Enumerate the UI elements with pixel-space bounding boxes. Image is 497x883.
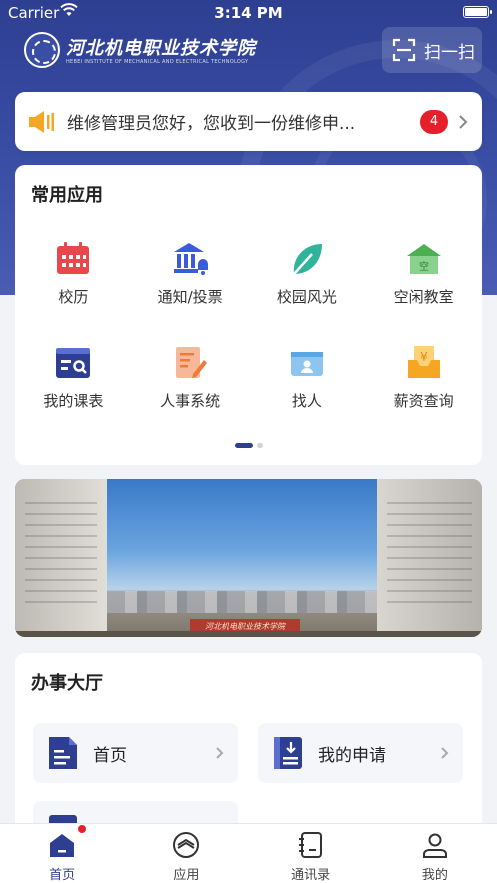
- address-book-icon: [298, 832, 322, 858]
- hall-item-home[interactable]: 首页: [33, 723, 238, 783]
- app-free-classroom[interactable]: 空 空闲教室: [365, 240, 482, 307]
- document-icon: [49, 737, 77, 769]
- status-bar: Carrier 3:14 PM: [0, 0, 497, 26]
- battery-icon: [463, 6, 492, 18]
- app-find-people[interactable]: 找人: [249, 344, 366, 411]
- skyline: [107, 591, 377, 613]
- chevron-right-icon: [216, 747, 224, 759]
- chevron-right-icon: [459, 114, 468, 129]
- common-apps-card: 常用应用 校历 通知/投票 校园风光 空 空闲教室 我的课表 人事系统 找人 ¥…: [15, 165, 482, 465]
- hall-item-label: 首页: [93, 745, 127, 766]
- svg-text:空: 空: [419, 260, 429, 273]
- tab-bar: 首页 应用 通讯录 我的: [0, 823, 497, 883]
- app-label: 通知/投票: [157, 288, 223, 306]
- svg-text:¥: ¥: [420, 350, 428, 364]
- app-notice-vote[interactable]: 通知/投票: [132, 240, 249, 307]
- app-label: 空闲教室: [393, 288, 454, 306]
- service-hall-title: 办事大厅: [31, 673, 103, 694]
- notification-message: 维修管理员您好，您收到一份维修申...: [67, 114, 356, 134]
- campus-banner-image[interactable]: 河北机电职业技术学院: [15, 479, 482, 637]
- download-document-icon: [274, 737, 302, 769]
- scan-icon: [392, 38, 416, 62]
- app-label: 校园风光: [276, 288, 337, 306]
- building-left: [15, 479, 107, 637]
- building-right: [377, 479, 482, 637]
- tab-label: 我的: [421, 868, 448, 883]
- app-my-schedule[interactable]: 我的课表: [15, 344, 132, 411]
- person-icon: [422, 833, 447, 858]
- notification-dot: [77, 824, 87, 834]
- speaker-icon: [29, 110, 54, 133]
- hall-item-my-applications[interactable]: 我的申请: [258, 723, 463, 783]
- app-label: 薪资查询: [393, 392, 454, 410]
- tab-label: 通讯录: [291, 868, 331, 883]
- tab-apps[interactable]: 应用: [124, 824, 248, 883]
- scan-button[interactable]: 扫一扫: [382, 27, 482, 73]
- apps-grid: 校历 通知/投票 校园风光 空 空闲教室 我的课表 人事系统 找人 ¥ 薪资查询: [15, 240, 482, 411]
- notification-badge: 4: [420, 109, 448, 134]
- tab-label: 首页: [49, 868, 76, 883]
- app-calendar[interactable]: 校历: [15, 240, 132, 307]
- page-indicator: [15, 443, 482, 448]
- app-campus-scenery[interactable]: 校园风光: [249, 240, 366, 307]
- calendar-icon: [57, 242, 90, 274]
- common-apps-title: 常用应用: [31, 185, 103, 206]
- app-salary-query[interactable]: ¥ 薪资查询: [365, 344, 482, 411]
- notification-bar[interactable]: 维修管理员您好，您收到一份维修申... 4: [15, 92, 482, 151]
- school-name: 河北机电职业技术学院: [66, 38, 256, 59]
- house-icon: 空: [406, 244, 441, 274]
- page-dot: [256, 443, 263, 448]
- document-edit-icon: [176, 347, 208, 378]
- building-bell-icon: [174, 243, 209, 275]
- school-logo: [24, 32, 60, 68]
- ground: [15, 631, 482, 637]
- schedule-icon: [56, 348, 91, 378]
- app-label: 我的课表: [43, 392, 104, 410]
- compass-icon: [173, 832, 200, 858]
- contact-card-icon: [290, 352, 323, 376]
- app-label: 校历: [58, 288, 89, 306]
- salary-icon: ¥: [407, 346, 440, 378]
- status-time: 3:14 PM: [214, 4, 283, 22]
- tab-contacts[interactable]: 通讯录: [249, 824, 373, 883]
- tab-me[interactable]: 我的: [373, 824, 497, 883]
- leaf-icon: [292, 244, 322, 275]
- hall-item-label: 我的申请: [318, 745, 386, 766]
- scan-label: 扫一扫: [424, 42, 475, 63]
- app-label: 找人: [291, 392, 322, 410]
- school-name-en: HEBEI INSTITUTE OF MECHANICAL AND ELECTR…: [66, 59, 249, 65]
- app-hr-system[interactable]: 人事系统: [132, 344, 249, 411]
- app-label: 人事系统: [160, 392, 221, 410]
- page-dot-active: [234, 443, 253, 448]
- home-icon: [50, 834, 75, 857]
- chevron-right-icon: [441, 747, 449, 759]
- tab-label: 应用: [173, 868, 200, 883]
- tab-home[interactable]: 首页: [0, 824, 124, 883]
